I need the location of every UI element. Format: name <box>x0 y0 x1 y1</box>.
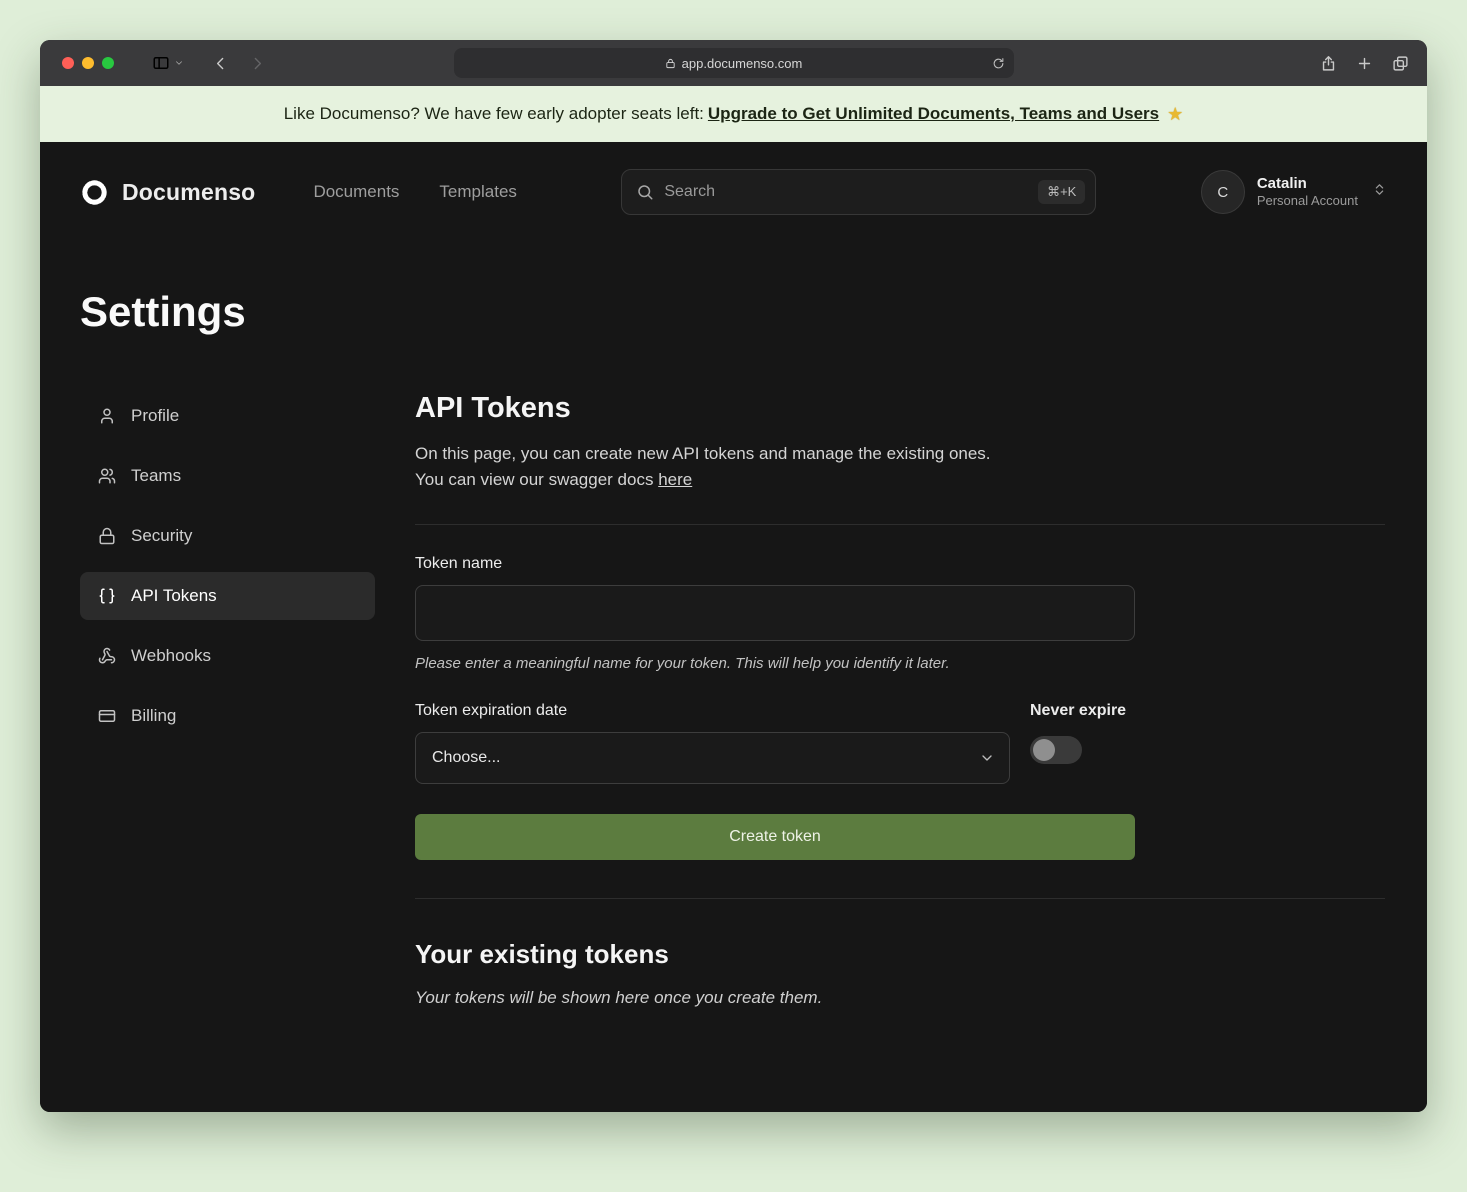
search-input[interactable] <box>664 183 1028 201</box>
promo-text: Like Documenso? We have few early adopte… <box>284 104 704 124</box>
divider <box>415 524 1385 525</box>
existing-tokens-empty-text: Your tokens will be shown here once you … <box>415 988 1385 1008</box>
refresh-icon[interactable] <box>992 57 1005 70</box>
browser-sidebar-icon[interactable] <box>152 54 170 72</box>
search-icon <box>636 183 654 201</box>
sidebar-item-security[interactable]: Security <box>80 512 375 560</box>
documenso-logo-icon[interactable] <box>80 178 109 207</box>
webhook-icon <box>98 647 116 665</box>
chevron-up-down-icon <box>1372 182 1387 202</box>
sidebar-item-billing[interactable]: Billing <box>80 692 375 740</box>
create-token-form: Token name Please enter a meaningful nam… <box>415 555 1135 860</box>
section-description: On this page, you can create new API tok… <box>415 441 1385 494</box>
credit-card-icon <box>98 707 116 725</box>
forward-button[interactable] <box>249 55 266 72</box>
existing-tokens-title: Your existing tokens <box>415 939 1385 970</box>
expiration-row: Token expiration date Choose... Never ex… <box>415 702 1135 784</box>
expiration-label: Token expiration date <box>415 702 1010 720</box>
sidebar-item-profile[interactable]: Profile <box>80 392 375 440</box>
sidebar-item-label: Security <box>131 526 192 546</box>
tab-overview-icon[interactable] <box>1392 55 1409 72</box>
sidebar-item-label: Profile <box>131 406 179 426</box>
user-name: Catalin <box>1257 175 1358 194</box>
section-title: API Tokens <box>415 392 1385 425</box>
user-icon <box>98 407 116 425</box>
user-menu[interactable]: C Catalin Personal Account <box>1201 170 1387 214</box>
upgrade-link[interactable]: Upgrade to Get Unlimited Documents, Team… <box>708 104 1159 124</box>
sidebar-item-label: Teams <box>131 466 181 486</box>
settings-sidebar: Profile Teams Security API Tokens Webhoo… <box>80 392 375 1008</box>
expiration-selected-value: Choose... <box>432 749 500 767</box>
description-line-2: You can view our swagger docs <box>415 470 653 489</box>
brand-group: Documenso Documents Templates <box>80 178 517 207</box>
settings-content: Profile Teams Security API Tokens Webhoo… <box>80 392 1387 1008</box>
avatar: C <box>1201 170 1245 214</box>
address-bar[interactable]: app.documenso.com <box>454 48 1014 78</box>
chevron-down-icon[interactable] <box>174 58 184 68</box>
sidebar-item-label: API Tokens <box>131 586 217 606</box>
sidebar-item-label: Billing <box>131 706 176 726</box>
chevron-down-icon <box>979 750 995 766</box>
api-tokens-panel: API Tokens On this page, you can create … <box>415 392 1385 1008</box>
token-name-help: Please enter a meaningful name for your … <box>415 655 1135 672</box>
new-tab-icon[interactable] <box>1356 55 1373 72</box>
token-name-label: Token name <box>415 555 1135 573</box>
sidebar-item-teams[interactable]: Teams <box>80 452 375 500</box>
star-icon: ★ <box>1167 104 1183 125</box>
user-meta: Catalin Personal Account <box>1257 175 1358 210</box>
never-expire-label: Never expire <box>1030 702 1135 720</box>
never-expire-field: Never expire <box>1030 702 1135 784</box>
nav-templates[interactable]: Templates <box>439 182 516 202</box>
sidebar-item-label: Webhooks <box>131 646 211 666</box>
top-nav: Documents Templates <box>313 182 516 202</box>
back-button[interactable] <box>212 55 229 72</box>
url-text: app.documenso.com <box>682 56 803 71</box>
user-account-type: Personal Account <box>1257 193 1358 209</box>
browser-window: app.documenso.com Like Documenso? We hav… <box>40 40 1427 1112</box>
share-icon[interactable] <box>1320 55 1337 72</box>
page-title: Settings <box>80 288 1387 336</box>
users-icon <box>98 467 116 485</box>
browser-titlebar: app.documenso.com <box>40 40 1427 86</box>
description-line-1: On this page, you can create new API tok… <box>415 444 991 463</box>
promo-banner: Like Documenso? We have few early adopte… <box>40 86 1427 142</box>
lock-icon <box>98 527 116 545</box>
swagger-docs-link[interactable]: here <box>658 470 692 489</box>
brand-name[interactable]: Documenso <box>122 179 255 206</box>
close-window-button[interactable] <box>62 57 74 69</box>
app-header: Documenso Documents Templates ⌘+K C Cata… <box>80 142 1387 242</box>
divider <box>415 898 1385 899</box>
titlebar-right-actions <box>1320 55 1409 72</box>
nav-documents[interactable]: Documents <box>313 182 399 202</box>
sidebar-item-webhooks[interactable]: Webhooks <box>80 632 375 680</box>
token-name-input[interactable] <box>415 585 1135 641</box>
search-bar[interactable]: ⌘+K <box>621 169 1096 215</box>
zoom-window-button[interactable] <box>102 57 114 69</box>
documenso-app: Documenso Documents Templates ⌘+K C Cata… <box>40 142 1427 1112</box>
toggle-knob <box>1033 739 1055 761</box>
expiration-field: Token expiration date Choose... <box>415 702 1010 784</box>
braces-icon <box>98 587 116 605</box>
lock-icon <box>665 58 676 69</box>
never-expire-toggle[interactable] <box>1030 736 1082 764</box>
search-shortcut-badge: ⌘+K <box>1038 180 1085 204</box>
expiration-select[interactable]: Choose... <box>415 732 1010 784</box>
create-token-button[interactable]: Create token <box>415 814 1135 860</box>
sidebar-item-api-tokens[interactable]: API Tokens <box>80 572 375 620</box>
traffic-lights <box>40 57 114 69</box>
minimize-window-button[interactable] <box>82 57 94 69</box>
